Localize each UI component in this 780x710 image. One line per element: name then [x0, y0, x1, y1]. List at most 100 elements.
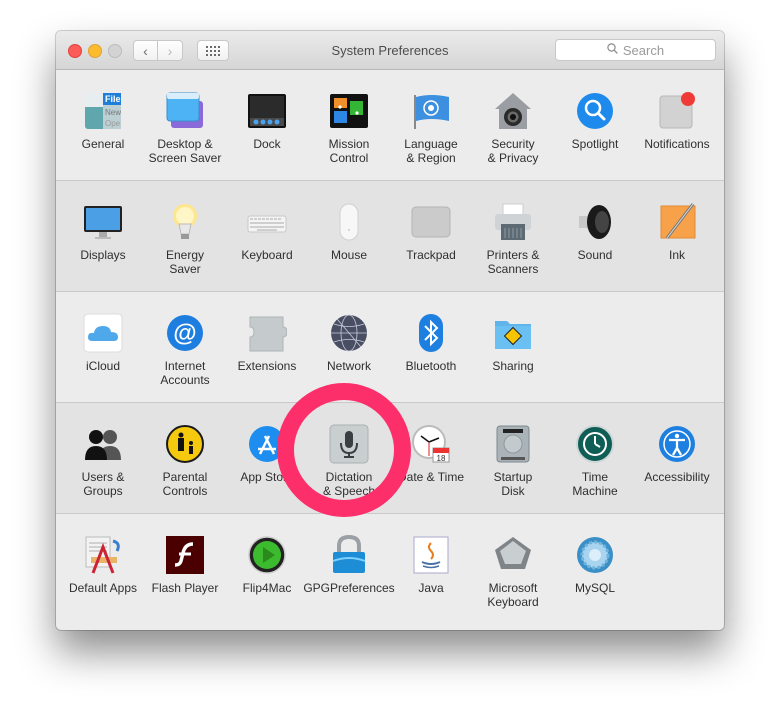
pane-network[interactable]: Network [308, 292, 390, 403]
pane-general[interactable]: File New Ope General [62, 70, 144, 181]
pane-bluetooth[interactable]: Bluetooth [390, 292, 472, 403]
pane-section: Users & Groups Parental Controls App Store… [56, 403, 724, 514]
at-sign-icon: @ [165, 313, 205, 353]
pane-label: Dictation & Speech [322, 470, 376, 498]
desktop-icon [165, 91, 205, 131]
pane-keyboard[interactable]: Keyboard [226, 181, 308, 292]
back-button[interactable]: ‹ [133, 40, 158, 61]
java-icon [411, 535, 451, 575]
pane-ink[interactable]: Ink [636, 181, 718, 292]
pane-energy[interactable]: Energy Saver [144, 181, 226, 292]
bulb-icon [165, 202, 205, 242]
pane-dictation[interactable]: Dictation & Speech [308, 403, 390, 514]
pane-label: Parental Controls [162, 470, 208, 498]
svg-text:18: 18 [437, 454, 446, 463]
preference-panes: File New Ope General Desktop & Screen Saver D… [56, 70, 724, 626]
svg-text:New: New [105, 108, 121, 117]
pane-label: Dock [253, 137, 281, 151]
pane-security[interactable]: Security & Privacy [472, 70, 554, 181]
pane-sharing[interactable]: Sharing [472, 292, 554, 403]
pane-language[interactable]: Language & Region [390, 70, 472, 181]
pane-label: Sound [577, 248, 613, 262]
pane-label: Spotlight [571, 137, 619, 151]
pane-label: Trackpad [406, 248, 456, 262]
pane-section: Default Apps Flash Player Flip4Mac GPGPrefe… [56, 514, 724, 626]
pane-datetime[interactable]: 18 Date & Time [390, 403, 472, 514]
pane-timemachine[interactable]: Time Machine [554, 403, 636, 514]
pane-printers[interactable]: Printers & Scanners [472, 181, 554, 292]
close-button[interactable] [68, 44, 82, 58]
pane-label: Notifications [644, 137, 710, 151]
minimize-button[interactable] [88, 44, 102, 58]
pane-mission[interactable]: Mission Control [308, 70, 390, 181]
spotlight-icon [575, 91, 615, 131]
search-field[interactable]: Search [555, 39, 716, 61]
pane-startup[interactable]: Startup Disk [472, 403, 554, 514]
flag-icon [411, 91, 451, 131]
pane-spotlight[interactable]: Spotlight [554, 70, 636, 181]
hard-disk-icon [493, 424, 533, 464]
pane-displays[interactable]: Displays [62, 181, 144, 292]
speaker-icon [575, 202, 615, 242]
dock-icon [247, 91, 287, 131]
pane-label: Sharing [492, 359, 534, 373]
grid-icon [206, 45, 220, 56]
mouse-icon [329, 202, 369, 242]
pane-internet[interactable]: @ Internet Accounts [144, 292, 226, 403]
accessibility-icon [657, 424, 697, 464]
pane-label: Ink [668, 248, 685, 262]
notifications-icon [657, 91, 697, 131]
pane-label: Network [326, 359, 371, 373]
users-icon [83, 424, 123, 464]
pane-label: GPGPreferences [303, 581, 395, 595]
mysql-gear-icon [575, 535, 615, 575]
bluetooth-icon [411, 313, 451, 353]
pane-label: General [81, 137, 125, 151]
sharing-folder-icon [493, 313, 533, 353]
pane-flash[interactable]: Flash Player [144, 514, 226, 625]
forward-button[interactable]: › [158, 40, 183, 61]
pane-label: Default Apps [68, 581, 138, 595]
pane-defaultapps[interactable]: Default Apps [62, 514, 144, 625]
pane-extensions[interactable]: Extensions [226, 292, 308, 403]
pane-mouse[interactable]: Mouse [308, 181, 390, 292]
pane-mysql[interactable]: MySQL [554, 514, 636, 625]
pane-java[interactable]: Java [390, 514, 472, 625]
pane-label: Security & Privacy [487, 137, 539, 165]
pane-section: Displays Energy Saver Keyboard Mouse Trackpa… [56, 181, 724, 292]
pane-label: Desktop & Screen Saver [148, 137, 222, 165]
pane-gpg[interactable]: GPGPreferences [303, 514, 395, 625]
pane-appstore[interactable]: App Store [226, 403, 308, 514]
app-store-icon [247, 424, 287, 464]
default-apps-icon [83, 535, 123, 575]
pane-dock[interactable]: Dock [226, 70, 308, 181]
show-all-button[interactable] [197, 40, 229, 61]
pane-label: Startup Disk [493, 470, 533, 498]
pane-label: Language & Region [404, 137, 458, 165]
pane-mskeyboard[interactable]: Microsoft Keyboard [472, 514, 554, 625]
pane-label: Java [418, 581, 444, 595]
pane-label: App Store [240, 470, 294, 484]
pane-label: Bluetooth [405, 359, 457, 373]
pane-label: Energy Saver [165, 248, 205, 276]
pane-icloud[interactable]: iCloud [62, 292, 144, 403]
pane-trackpad[interactable]: Trackpad [390, 181, 472, 292]
pane-sound[interactable]: Sound [554, 181, 636, 292]
pane-label: Flip4Mac [242, 581, 292, 595]
key-icon [493, 535, 533, 575]
pane-label: Printers & Scanners [486, 248, 540, 276]
printer-icon [493, 202, 533, 242]
zoom-button[interactable] [108, 44, 122, 58]
pane-accessibility[interactable]: Accessibility [636, 403, 718, 514]
security-icon [493, 91, 533, 131]
pane-users[interactable]: Users & Groups [62, 403, 144, 514]
pane-desktop[interactable]: Desktop & Screen Saver [144, 70, 226, 181]
system-preferences-window: ‹ › System Preferences Search File New Ope… [56, 31, 724, 630]
pane-notifications[interactable]: Notifications [636, 70, 718, 181]
pane-flip4mac[interactable]: Flip4Mac [226, 514, 308, 625]
keyboard-icon [247, 202, 287, 242]
display-icon [83, 202, 123, 242]
time-machine-icon [575, 424, 615, 464]
mission-control-icon [329, 91, 369, 131]
pane-parental[interactable]: Parental Controls [144, 403, 226, 514]
